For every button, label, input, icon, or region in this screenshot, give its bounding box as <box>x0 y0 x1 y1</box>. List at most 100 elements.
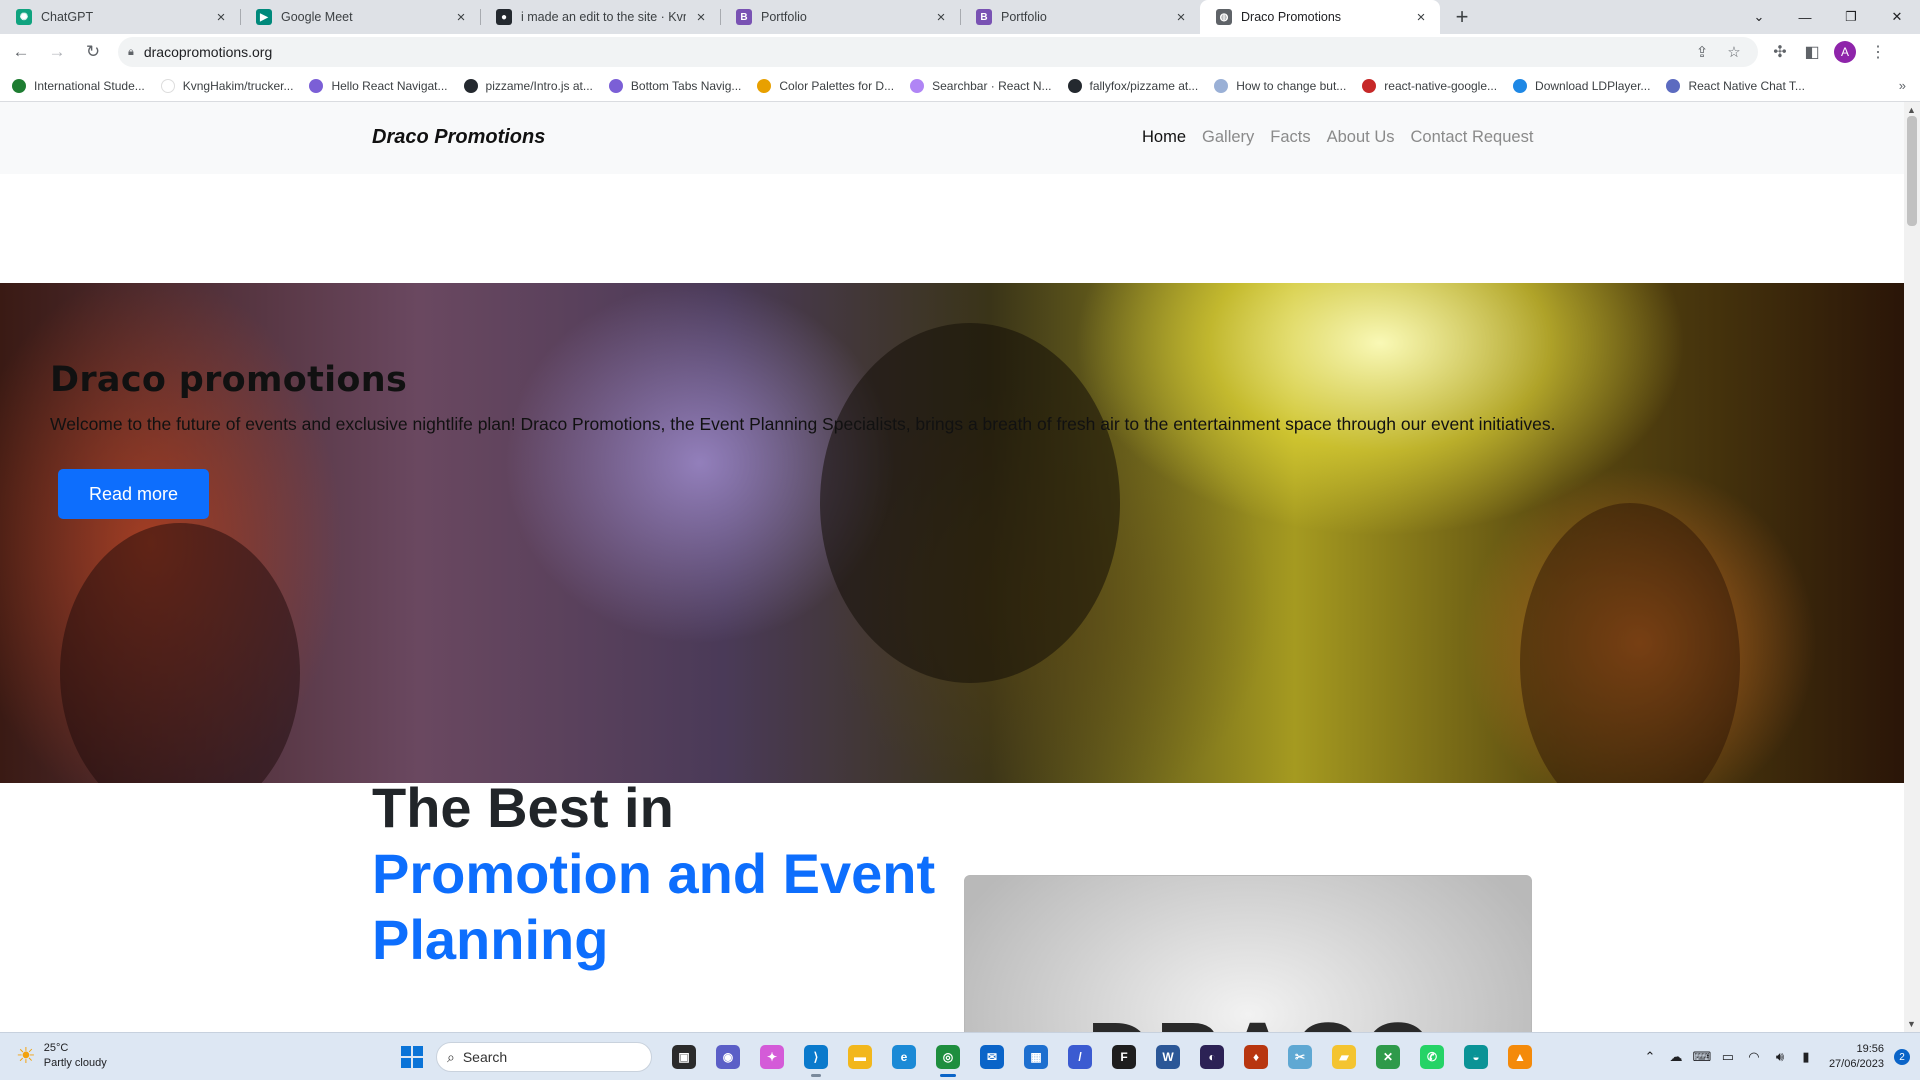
browser-tab[interactable]: B Portfolio × <box>720 0 960 34</box>
taskbar-app[interactable]: ⟩ <box>794 1039 838 1077</box>
nav-link-home[interactable]: Home <box>1142 128 1186 147</box>
back-button[interactable]: ← <box>6 37 36 67</box>
browser-tab[interactable]: ◍ Draco Promotions × <box>1200 0 1440 34</box>
site-brand[interactable]: Draco Promotions <box>372 126 545 149</box>
bookmark-item[interactable]: React Native Chat T... <box>1666 78 1805 93</box>
reload-button[interactable]: ↻ <box>78 37 108 67</box>
browser-tab[interactable]: ▶ Google Meet × <box>240 0 480 34</box>
menu-icon[interactable]: ⋮ <box>1862 37 1894 67</box>
read-more-button[interactable]: Read more <box>58 469 209 519</box>
taskbar-search[interactable]: ⌕ Search <box>436 1042 652 1072</box>
profile-avatar[interactable]: A <box>1834 41 1856 63</box>
url-text[interactable]: dracopromotions.org <box>144 44 1684 60</box>
taskbar-app[interactable]: ◉ <box>706 1039 750 1075</box>
store-icon: ▦ <box>1024 1045 1048 1069</box>
display-icon[interactable]: ▭ <box>1715 1044 1741 1070</box>
show-hidden-icons-chevron-icon[interactable]: ⌃ <box>1637 1044 1663 1070</box>
minimize-button[interactable]: — <box>1782 0 1828 34</box>
browser-tab[interactable]: B Portfolio × <box>960 0 1200 34</box>
taskbar-app[interactable]: F <box>1102 1039 1146 1075</box>
volume-icon[interactable]: 🔊︎ <box>1767 1044 1793 1070</box>
close-tab-icon[interactable]: × <box>692 8 710 26</box>
taskbar-app[interactable]: ◐ <box>1190 1039 1234 1075</box>
bookmark-item[interactable]: Hello React Navigat... <box>309 78 448 93</box>
restore-button[interactable]: ❐ <box>1828 0 1874 34</box>
close-tab-icon[interactable]: × <box>1172 8 1190 26</box>
taskbar-app[interactable]: ◎ <box>926 1039 970 1077</box>
whatsapp-icon: ✆ <box>1420 1045 1444 1069</box>
crowd-figure <box>1520 503 1740 783</box>
close-tab-icon[interactable]: × <box>452 8 470 26</box>
taskbar-app[interactable]: / <box>1058 1039 1102 1075</box>
bootstrap-icon: B <box>976 9 992 25</box>
bookmark-item[interactable]: fallyfox/pizzame at... <box>1067 78 1198 93</box>
more-bookmarks-icon[interactable]: » <box>1899 78 1906 93</box>
bootstrap-icon: B <box>736 9 752 25</box>
android-studio-icon: / <box>1068 1045 1092 1069</box>
scroll-up-arrow-icon[interactable]: ▲ <box>1907 105 1916 115</box>
battery-icon[interactable]: ▮ <box>1793 1044 1819 1070</box>
taskbar-app[interactable]: ✦ <box>750 1039 794 1075</box>
onedrive-icon[interactable]: ☁ <box>1663 1044 1689 1070</box>
taskbar-app[interactable]: ▬ <box>838 1039 882 1075</box>
side-panel-icon[interactable]: ◧ <box>1796 37 1828 67</box>
browser-tab[interactable]: ✺ ChatGPT × <box>0 0 240 34</box>
taskbar-app[interactable]: W <box>1146 1039 1190 1075</box>
bookmark-favicon-icon <box>1214 78 1229 93</box>
bookmark-item[interactable]: International Stude... <box>12 78 145 93</box>
taskbar-app[interactable]: ✂ <box>1278 1039 1322 1075</box>
browser-tab[interactable]: ● i made an edit to the site · KvngH × <box>480 0 720 34</box>
nav-link-facts[interactable]: Facts <box>1270 128 1310 147</box>
taskbar-app[interactable]: ◒ <box>1454 1039 1498 1075</box>
keyboard-icon[interactable]: ⌨ <box>1689 1044 1715 1070</box>
taskbar-app[interactable]: ✕ <box>1366 1039 1410 1075</box>
vlc-icon: ▲ <box>1508 1045 1532 1069</box>
page-scrollbar[interactable]: ▲ ▼ <box>1904 102 1920 1032</box>
taskbar-app[interactable]: ▣ <box>662 1039 706 1075</box>
wifi-icon[interactable]: ◠ <box>1741 1044 1767 1070</box>
scrollbar-thumb[interactable] <box>1907 116 1917 226</box>
extensions-icon[interactable]: ✣ <box>1764 37 1796 67</box>
tab-title: i made an edit to the site · KvngH <box>521 10 686 24</box>
taskbar-app[interactable]: ♦ <box>1234 1039 1278 1075</box>
excel-like-icon: ✕ <box>1376 1045 1400 1069</box>
teams-chat-icon: ◉ <box>716 1045 740 1069</box>
taskbar-app[interactable]: ✉ <box>970 1039 1014 1075</box>
bookmark-star-icon[interactable]: ☆ <box>1720 38 1748 66</box>
address-bar[interactable]: 🔒︎ dracopromotions.org ⇪ ☆ <box>118 37 1758 67</box>
taskbar-app[interactable]: ▲ <box>1498 1039 1542 1075</box>
close-tab-icon[interactable]: × <box>212 8 230 26</box>
forward-button[interactable]: → <box>42 37 72 67</box>
nav-link-about-us[interactable]: About Us <box>1327 128 1395 147</box>
close-window-button[interactable]: ✕ <box>1874 0 1920 34</box>
share-icon[interactable]: ⇪ <box>1688 38 1716 66</box>
tab-title: Google Meet <box>281 10 353 24</box>
bookmark-label: Hello React Navigat... <box>331 78 448 93</box>
start-button[interactable] <box>394 1039 430 1075</box>
heading-line-3: Planning <box>372 908 609 971</box>
tab-search-chevron-icon[interactable]: ⌄ <box>1736 0 1782 34</box>
notification-badge[interactable]: 2 <box>1894 1049 1910 1065</box>
lock-icon[interactable]: 🔒︎ <box>128 46 134 59</box>
taskbar-app[interactable]: ▦ <box>1014 1039 1058 1075</box>
close-tab-icon[interactable]: × <box>1412 8 1430 26</box>
weather-widget[interactable]: ☀ 25°C Partly cloudy <box>16 1041 107 1071</box>
new-tab-button[interactable]: + <box>1446 0 1478 34</box>
taskbar-app[interactable]: e <box>882 1039 926 1075</box>
bookmark-item[interactable]: Searchbar · React N... <box>910 78 1052 93</box>
clock[interactable]: 19:56 27/06/2023 <box>1829 1042 1884 1072</box>
bookmark-item[interactable]: How to change but... <box>1214 78 1346 93</box>
bookmark-item[interactable]: react-native-google... <box>1362 78 1497 93</box>
bookmark-item[interactable]: KvngHakim/trucker... <box>160 78 293 93</box>
bookmark-item[interactable]: Color Palettes for D... <box>757 78 894 93</box>
close-tab-icon[interactable]: × <box>932 8 950 26</box>
scroll-down-arrow-icon[interactable]: ▼ <box>1907 1019 1916 1029</box>
nav-link-contact-request[interactable]: Contact Request <box>1411 128 1534 147</box>
taskbar-app[interactable]: ▰ <box>1322 1039 1366 1075</box>
taskbar-app[interactable]: ✆ <box>1410 1039 1454 1075</box>
bookmark-item[interactable]: pizzame/Intro.js at... <box>463 78 593 93</box>
bookmark-favicon-icon <box>1362 78 1377 93</box>
bookmark-item[interactable]: Download LDPlayer... <box>1513 78 1650 93</box>
nav-link-gallery[interactable]: Gallery <box>1202 128 1254 147</box>
bookmark-item[interactable]: Bottom Tabs Navig... <box>608 78 741 93</box>
